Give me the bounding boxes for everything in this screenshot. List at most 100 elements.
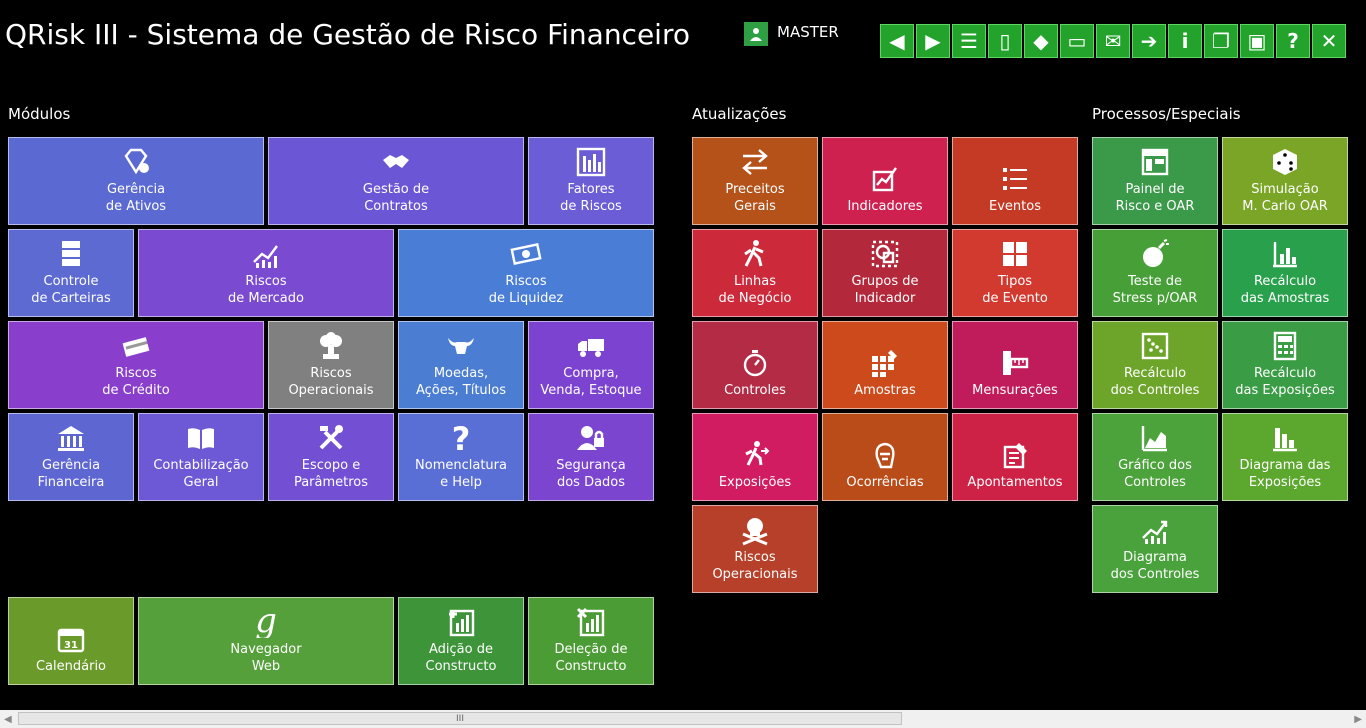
tile-label: Painel de Risco e OAR xyxy=(1115,182,1195,214)
monitor-button[interactable]: ▭ xyxy=(1060,24,1094,58)
help-button[interactable]: ? xyxy=(1276,24,1310,58)
tile-controles[interactable]: Controles xyxy=(692,321,818,409)
walker-icon xyxy=(738,237,772,271)
bank-icon xyxy=(54,421,88,455)
tile-exposicoes[interactable]: Exposições xyxy=(692,413,818,501)
cabinet-icon xyxy=(54,237,88,271)
diamond-icon xyxy=(119,145,153,179)
handshake-icon xyxy=(379,145,413,179)
tile-label: Navegador Web xyxy=(230,642,302,674)
tile-contabilizacao-geral[interactable]: Contabilização Geral xyxy=(138,413,264,501)
scroll-grip: III xyxy=(456,713,464,724)
scroll-thumb[interactable]: III xyxy=(18,712,902,725)
document-button[interactable]: ❐ xyxy=(1204,24,1238,58)
tile-label: Gráfico dos Controles xyxy=(1118,458,1192,490)
scroll-left-icon[interactable]: ◀ xyxy=(4,714,12,725)
tile-navegador-web[interactable]: g Navegador Web xyxy=(138,597,394,685)
tile-ocorrencias[interactable]: Ocorrências xyxy=(822,413,948,501)
tile-label: Ocorrências xyxy=(846,475,924,490)
arrow-left-icon: ◀ xyxy=(889,29,905,53)
tile-label: Segurança dos Dados xyxy=(556,458,626,490)
tile-label: Exposições xyxy=(718,475,792,490)
tile-teste-de-stress-p-oar[interactable]: Teste de Stress p/OAR xyxy=(1092,229,1218,317)
svg-text:?: ? xyxy=(452,422,471,454)
tile-riscos-de-mercado[interactable]: Riscos de Mercado xyxy=(138,229,394,317)
question-icon: ? xyxy=(1287,29,1299,53)
back-button[interactable]: ◀ xyxy=(880,24,914,58)
tile-recalculo-das-exposicoes[interactable]: Recálculo das Exposições xyxy=(1222,321,1348,409)
tile-grafico-dos-controles[interactable]: Gráfico dos Controles xyxy=(1092,413,1218,501)
tile-preceitos-gerais[interactable]: Preceitos Gerais xyxy=(692,137,818,225)
horizontal-scrollbar[interactable]: ◀ III ▶ xyxy=(0,710,1366,728)
tile-delecao-de-constructo[interactable]: Deleção de Constructo xyxy=(528,597,654,685)
tile-amostras[interactable]: Amostras xyxy=(822,321,948,409)
tile-label: Linhas de Negócio xyxy=(718,274,792,306)
tile-linhas-de-negocio[interactable]: Linhas de Negócio xyxy=(692,229,818,317)
question-icon: ? xyxy=(444,421,478,455)
user-icon xyxy=(744,22,768,46)
tile-label: Nomenclatura e Help xyxy=(415,458,507,490)
tile-riscos-de-credito[interactable]: Riscos de Crédito xyxy=(8,321,264,409)
tile-recalculo-das-amostras[interactable]: Recálculo das Amostras xyxy=(1222,229,1348,317)
tile-label: Adição de Constructo xyxy=(425,642,497,674)
info-button[interactable]: i xyxy=(1168,24,1202,58)
tile-calendario[interactable]: 31 Calendário xyxy=(8,597,134,685)
exit-door-button[interactable]: ▣ xyxy=(1240,24,1274,58)
svg-text:31: 31 xyxy=(64,640,78,651)
tile-adicao-de-constructo[interactable]: Adição de Constructo xyxy=(398,597,524,685)
tile-escopo-e-parametros[interactable]: Escopo e Parâmetros xyxy=(268,413,394,501)
tile-label: Gerência de Ativos xyxy=(105,182,167,214)
tile-diagrama-dos-controles[interactable]: Diagrama dos Controles xyxy=(1092,505,1218,593)
paint-button[interactable]: ◆ xyxy=(1024,24,1058,58)
shapes-icon xyxy=(868,237,902,271)
info-icon: i xyxy=(1181,29,1189,53)
tile-painel-de-risco-e-oar[interactable]: Painel de Risco e OAR xyxy=(1092,137,1218,225)
tile-label: Recálculo das Amostras xyxy=(1240,274,1330,306)
tile-indicadores[interactable]: Indicadores xyxy=(822,137,948,225)
tile-gerencia-financeira[interactable]: Gerência Financeira xyxy=(8,413,134,501)
tile-eventos[interactable]: Eventos xyxy=(952,137,1078,225)
section-title-processos: Processos/Especiais xyxy=(1092,105,1241,123)
close-button[interactable]: ✕ xyxy=(1312,24,1346,58)
tile-mensuracoes[interactable]: Mensurações xyxy=(952,321,1078,409)
tile-recalculo-dos-controles[interactable]: Recálculo dos Controles xyxy=(1092,321,1218,409)
filter-button[interactable]: ☰ xyxy=(952,24,986,58)
traffic-light-icon: ☰ xyxy=(960,29,978,53)
tile-label: Simulação M. Carlo OAR xyxy=(1242,182,1328,214)
send-button[interactable]: ➔ xyxy=(1132,24,1166,58)
tile-diagrama-das-exposicoes[interactable]: Diagrama das Exposições xyxy=(1222,413,1348,501)
tile-riscos-operacionais[interactable]: Riscos Operacionais xyxy=(268,321,394,409)
forward-button[interactable]: ▶ xyxy=(916,24,950,58)
mail-button[interactable]: ✉ xyxy=(1096,24,1130,58)
tile-riscos-operacionais[interactable]: Riscos Operacionais xyxy=(692,505,818,593)
tile-simulacao-m-carlo-oar[interactable]: Simulação M. Carlo OAR xyxy=(1222,137,1348,225)
skull-icon xyxy=(738,513,772,547)
columns-button[interactable]: ▯ xyxy=(988,24,1022,58)
tile-label: Moedas, Ações, Títulos xyxy=(415,366,507,398)
line-chart-icon xyxy=(249,237,283,271)
tile-gerencia-de-ativos[interactable]: Gerência de Ativos xyxy=(8,137,264,225)
money-icon xyxy=(509,237,543,271)
tile-moedas-acoes-titulos[interactable]: Moedas, Ações, Títulos xyxy=(398,321,524,409)
tile-label: Controles xyxy=(724,383,786,398)
head-icon xyxy=(868,438,902,472)
tile-grupos-de-indicador[interactable]: Grupos de Indicador xyxy=(822,229,948,317)
tile-riscos-de-liquidez[interactable]: Riscos de Liquidez xyxy=(398,229,654,317)
tile-apontamentos[interactable]: Apontamentos xyxy=(952,413,1078,501)
scroll-right-icon[interactable]: ▶ xyxy=(1354,714,1362,725)
tile-nomenclatura-e-help[interactable]: ? Nomenclatura e Help xyxy=(398,413,524,501)
tile-compra-venda-estoque[interactable]: Compra, Venda, Estoque xyxy=(528,321,654,409)
app-title: QRisk III - Sistema de Gestão de Risco F… xyxy=(5,18,690,51)
calendar-icon: 31 xyxy=(54,622,88,656)
bomb-icon xyxy=(1138,237,1172,271)
send-icon: ➔ xyxy=(1140,29,1158,53)
dice-icon xyxy=(1268,145,1302,179)
tile-tipos-de-evento[interactable]: Tipos de Evento xyxy=(952,229,1078,317)
tile-seguranca-dos-dados[interactable]: Segurança dos Dados xyxy=(528,413,654,501)
tile-label: Recálculo dos Controles xyxy=(1110,366,1200,398)
tile-label: Riscos de Liquidez xyxy=(488,274,564,306)
credit-card-icon xyxy=(119,329,153,363)
tile-controle-de-carteiras[interactable]: Controle de Carteiras xyxy=(8,229,134,317)
tile-gestao-de-contratos[interactable]: Gestão de Contratos xyxy=(268,137,524,225)
tile-fatores-de-riscos[interactable]: Fatores de Riscos xyxy=(528,137,654,225)
